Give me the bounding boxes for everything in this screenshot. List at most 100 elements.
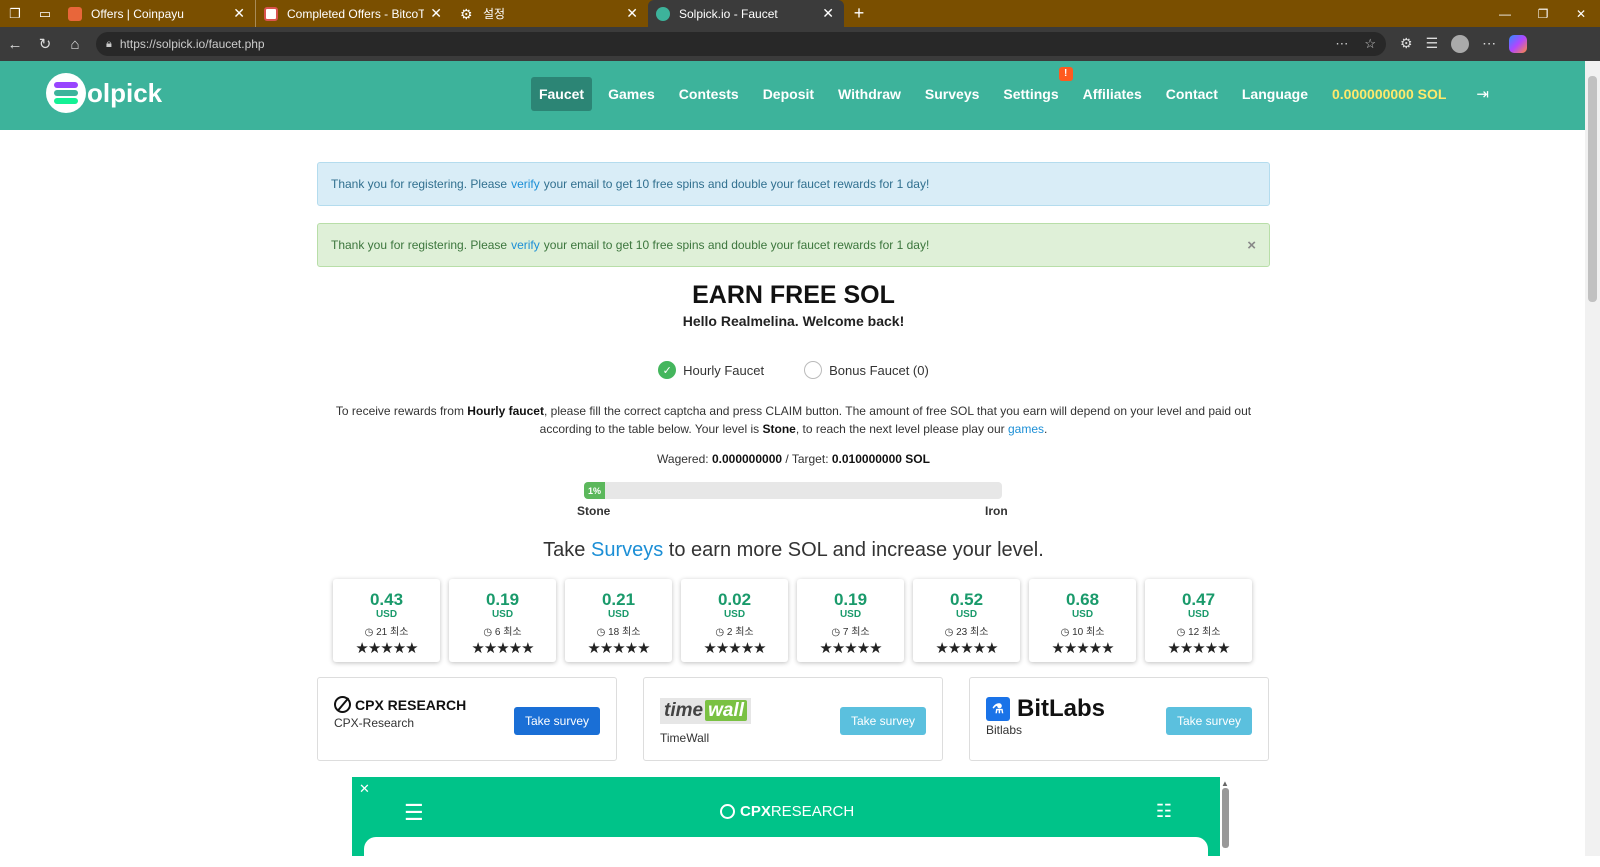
duration-text: 21 최소 bbox=[376, 627, 409, 638]
alert-text-before: Thank you for registering. Please bbox=[331, 177, 508, 191]
star-rating: ★★★★★ bbox=[471, 640, 534, 657]
nav-faucet[interactable]: Faucet bbox=[530, 77, 593, 111]
survey-card[interactable]: 0.19 USD ◷ 7 최소 ★★★★★ bbox=[797, 579, 904, 662]
take-survey-button[interactable]: Take survey bbox=[839, 707, 926, 735]
survey-card[interactable]: 0.43 USD ◷ 21 최소 ★★★★★ bbox=[333, 579, 440, 662]
browser-tab-coinpayu[interactable]: Offers | Coinpayu ✕ bbox=[60, 0, 256, 27]
workspaces-icon[interactable]: ❐ bbox=[0, 0, 30, 27]
reload-icon[interactable]: ↻ bbox=[30, 35, 60, 53]
close-tab-icon[interactable]: ✕ bbox=[626, 5, 638, 22]
provider-logo-text: wall bbox=[705, 700, 747, 721]
scroll-up-icon[interactable]: ▲ bbox=[1221, 779, 1231, 788]
option-label: Hourly Faucet bbox=[683, 362, 765, 378]
extensions-icon[interactable]: ⚙ bbox=[1400, 35, 1413, 53]
balance-display[interactable]: 0.000000000 SOL bbox=[1324, 77, 1454, 111]
url-field[interactable]: 🔒︎ https://solpick.io/faucet.php ⋯ ☆ bbox=[96, 32, 1386, 56]
radio-empty-icon[interactable] bbox=[804, 361, 823, 379]
widget-scrollbar[interactable]: ▲ bbox=[1221, 779, 1231, 856]
flask-icon: ⚗ bbox=[986, 697, 1010, 721]
browser-tab-settings[interactable]: ⚙ 설정 ✕ bbox=[452, 0, 648, 27]
nav-settings[interactable]: Settings ! bbox=[995, 67, 1073, 111]
star-rating: ★★★★★ bbox=[703, 640, 766, 657]
games-link[interactable]: games bbox=[1008, 422, 1044, 436]
alert-text-after: your email to get 10 free spins and doub… bbox=[543, 177, 930, 191]
wager-label: Wagered: bbox=[657, 452, 709, 466]
nav-language[interactable]: Language bbox=[1234, 77, 1316, 111]
duration-text: 12 최소 bbox=[1188, 627, 1221, 638]
survey-card[interactable]: 0.19 USD ◷ 6 최소 ★★★★★ bbox=[449, 579, 556, 662]
survey-card[interactable]: 0.21 USD ◷ 18 최소 ★★★★★ bbox=[565, 579, 672, 662]
nav-withdraw[interactable]: Withdraw bbox=[830, 77, 909, 111]
star-rating: ★★★★★ bbox=[1051, 640, 1114, 657]
widget-scrollbar-thumb[interactable] bbox=[1222, 788, 1229, 848]
close-tab-icon[interactable]: ✕ bbox=[822, 5, 834, 22]
home-icon[interactable]: ⌂ bbox=[60, 36, 90, 53]
favorites-icon[interactable]: ☰ bbox=[1426, 35, 1439, 53]
solpick-logo[interactable]: olpick bbox=[46, 73, 162, 113]
nav-contests[interactable]: Contests bbox=[671, 77, 747, 111]
restore-icon[interactable]: ❐ bbox=[1524, 0, 1562, 27]
solana-logo-icon bbox=[46, 73, 86, 113]
provider-timewall: time wall TimeWall Take survey bbox=[643, 677, 943, 761]
verify-link[interactable]: verify bbox=[511, 177, 540, 191]
verify-email-success-alert: Thank you for registering. Please verify… bbox=[317, 223, 1270, 267]
verify-link[interactable]: verify bbox=[511, 238, 540, 252]
copilot-icon[interactable] bbox=[1509, 35, 1528, 53]
star-rating: ★★★★★ bbox=[587, 640, 650, 657]
nav-games[interactable]: Games bbox=[600, 77, 663, 111]
close-tab-icon[interactable]: ✕ bbox=[233, 5, 245, 22]
nav-affiliates[interactable]: Affiliates bbox=[1075, 77, 1150, 111]
logout-icon[interactable]: ⇥ bbox=[1476, 85, 1489, 103]
star-rating: ★★★★★ bbox=[355, 640, 418, 657]
survey-card[interactable]: 0.02 USD ◷ 2 최소 ★★★★★ bbox=[681, 579, 788, 662]
close-alert-icon[interactable]: × bbox=[1247, 237, 1256, 254]
progress-fill: 1% bbox=[584, 482, 605, 499]
survey-card[interactable]: 0.68 USD ◷ 10 최소 ★★★★★ bbox=[1029, 579, 1136, 662]
nav-deposit[interactable]: Deposit bbox=[755, 77, 822, 111]
more-options-in-url-icon[interactable]: ⋯ bbox=[1335, 36, 1348, 52]
hamburger-menu-icon[interactable]: ☰ bbox=[404, 800, 424, 826]
new-tab-icon[interactable]: + bbox=[844, 0, 874, 27]
duration-text: 23 최소 bbox=[956, 627, 989, 638]
page-title: EARN FREE SOL bbox=[692, 281, 895, 309]
filter-sliders-icon[interactable]: ☷ bbox=[1156, 801, 1172, 822]
survey-card[interactable]: 0.52 USD ◷ 23 최소 ★★★★★ bbox=[913, 579, 1020, 662]
minimize-icon[interactable]: — bbox=[1486, 0, 1524, 27]
desc-bold-level: Stone bbox=[762, 422, 796, 436]
menu-dots-icon[interactable]: ⋯ bbox=[1482, 35, 1496, 53]
browser-tab-bitcotasks[interactable]: Completed Offers - BitcoTasks ✕ bbox=[256, 0, 452, 27]
star-rating: ★★★★★ bbox=[935, 640, 998, 657]
favorite-star-icon[interactable]: ☆ bbox=[1364, 36, 1376, 52]
page-scrollbar-thumb[interactable] bbox=[1588, 76, 1597, 302]
check-icon[interactable]: ✓ bbox=[658, 361, 677, 379]
clock-icon: ◷ bbox=[1176, 627, 1189, 638]
take-survey-button[interactable]: Take survey bbox=[513, 707, 600, 735]
take-survey-button[interactable]: Take survey bbox=[1165, 707, 1252, 735]
tab-actions-icon[interactable]: ▭ bbox=[30, 0, 60, 27]
close-window-icon[interactable]: ✕ bbox=[1562, 0, 1600, 27]
profile-avatar-icon[interactable] bbox=[1451, 35, 1470, 53]
alert-text-before: Thank you for registering. Please bbox=[331, 238, 508, 252]
bonus-faucet-option[interactable]: Bonus Faucet (0) bbox=[804, 361, 929, 379]
desc-bold-faucet: Hourly faucet bbox=[467, 404, 544, 418]
back-icon[interactable]: ← bbox=[0, 36, 30, 53]
close-tab-icon[interactable]: ✕ bbox=[430, 5, 442, 22]
close-icon[interactable]: ✕ bbox=[359, 781, 370, 797]
nav-surveys[interactable]: Surveys bbox=[917, 77, 987, 111]
hourly-faucet-option[interactable]: ✓ Hourly Faucet bbox=[658, 361, 764, 379]
survey-card[interactable]: 0.47 USD ◷ 12 최소 ★★★★★ bbox=[1145, 579, 1252, 662]
clock-icon: ◷ bbox=[483, 627, 495, 638]
lock-icon[interactable]: 🔒︎ bbox=[106, 38, 112, 51]
survey-duration: ◷ 2 최소 bbox=[681, 623, 788, 638]
star-rating: ★★★★★ bbox=[1167, 640, 1230, 657]
survey-currency: USD bbox=[723, 609, 746, 620]
surveys-link[interactable]: Surveys bbox=[591, 539, 663, 561]
browser-tab-solpick[interactable]: Solpick.io - Faucet ✕ bbox=[648, 0, 844, 27]
survey-currency: USD bbox=[1071, 609, 1094, 620]
survey-providers: CPX RESEARCH CPX-Research Take survey ti… bbox=[317, 677, 1269, 761]
survey-duration: ◷ 21 최소 bbox=[333, 623, 440, 638]
level-progress-bar: 1% bbox=[584, 482, 1002, 499]
option-label: Bonus Faucet (0) bbox=[829, 362, 929, 378]
tab-title: Completed Offers - BitcoTasks bbox=[287, 6, 425, 21]
nav-contact[interactable]: Contact bbox=[1158, 77, 1226, 111]
